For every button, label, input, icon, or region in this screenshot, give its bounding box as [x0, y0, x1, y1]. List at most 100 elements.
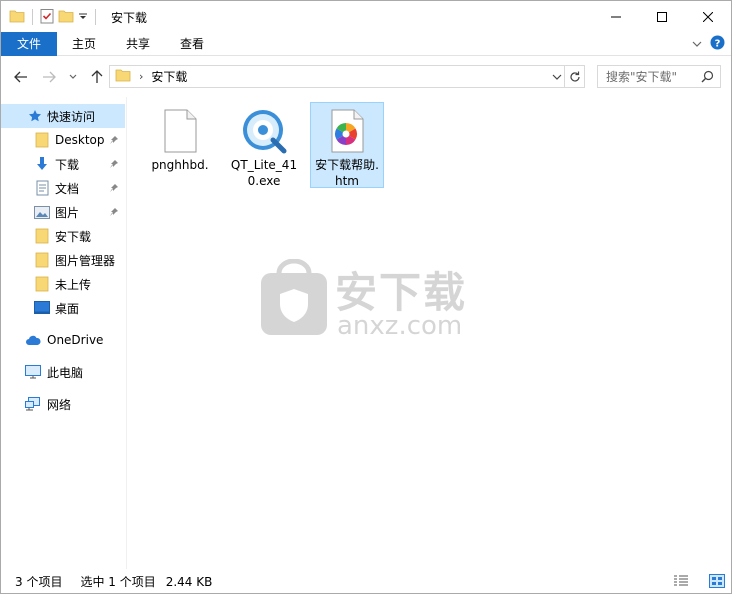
- sidebar-item-label: 下载: [55, 157, 80, 172]
- maximize-button[interactable]: [639, 1, 685, 32]
- download-icon: [34, 156, 50, 172]
- search-icon[interactable]: [701, 70, 714, 86]
- sidebar-item-downloads[interactable]: 下载: [1, 152, 125, 176]
- arrow-right-icon: [43, 71, 56, 83]
- close-icon: [703, 11, 713, 22]
- sidebar-item-desktop[interactable]: Desktop: [1, 128, 125, 152]
- picture-icon: [34, 204, 50, 220]
- new-folder-icon[interactable]: [58, 9, 74, 26]
- folder-icon: [9, 9, 25, 26]
- sidebar-item-label: 快速访问: [47, 109, 96, 124]
- window-title: 安下载: [111, 11, 148, 25]
- minimize-button[interactable]: [593, 1, 639, 32]
- sidebar-item-label: Desktop: [55, 133, 105, 147]
- pin-icon[interactable]: [109, 206, 119, 220]
- breadcrumb-current[interactable]: 安下载: [151, 68, 187, 85]
- sidebar-item-label: 网络: [47, 397, 72, 412]
- computer-icon: [25, 364, 41, 380]
- up-button[interactable]: [87, 67, 107, 87]
- back-button[interactable]: [11, 67, 31, 87]
- blank-file-icon: [156, 107, 204, 155]
- arrow-up-icon: [91, 70, 103, 83]
- title-bar: 安下载: [1, 1, 731, 32]
- folder-icon: [34, 228, 50, 244]
- ribbon-tabs: 文件 主页 共享 查看 ?: [1, 32, 731, 56]
- sidebar-item-label: 桌面: [55, 301, 80, 316]
- details-view-icon[interactable]: [673, 574, 689, 591]
- folder-icon: [115, 68, 131, 85]
- file-item-selected[interactable]: 安下载帮助.htm: [310, 102, 384, 188]
- navigation-bar: › 安下载: [1, 57, 731, 97]
- sidebar-item-anxz[interactable]: 安下载: [1, 224, 125, 248]
- arrow-left-icon: [14, 71, 27, 83]
- help-icon[interactable]: ?: [710, 35, 725, 53]
- breadcrumb-chevron-icon[interactable]: ›: [139, 70, 143, 83]
- desktop-icon: [34, 300, 50, 316]
- folder-icon: [34, 132, 50, 148]
- folder-icon: [34, 276, 50, 292]
- star-icon: [27, 108, 43, 124]
- sidebar-item-label: 文档: [55, 181, 80, 196]
- watermark-url: anxz.com: [337, 311, 463, 341]
- address-bar[interactable]: › 安下载: [109, 65, 585, 88]
- item-count: 3 个项目: [15, 575, 63, 589]
- shield-bag-icon: [261, 258, 327, 335]
- svg-text:?: ?: [715, 38, 721, 49]
- sidebar-item-documents[interactable]: 文档: [1, 176, 125, 200]
- selected-size: 2.44 KB: [165, 574, 213, 589]
- search-input[interactable]: [606, 69, 702, 84]
- forward-button[interactable]: [39, 67, 59, 87]
- sidebar-item-label: 未上传: [55, 277, 92, 292]
- quicktime-icon: [240, 107, 288, 155]
- sidebar-item-not-uploaded[interactable]: 未上传: [1, 272, 125, 296]
- sidebar-item-quick-access[interactable]: 快速访问: [1, 104, 125, 128]
- close-button[interactable]: [685, 1, 731, 32]
- minimize-icon: [611, 16, 621, 17]
- address-dropdown-icon[interactable]: [552, 70, 562, 84]
- file-name: pnghhbd.: [151, 158, 209, 172]
- sidebar-item-desktop-cn[interactable]: 桌面: [1, 296, 125, 320]
- status-bar: 3 个项目 选中 1 个项目 2.44 KB: [1, 569, 731, 594]
- file-item[interactable]: QT_Lite_410.exe: [227, 102, 301, 188]
- sidebar-item-image-manager[interactable]: 图片管理器: [1, 248, 125, 272]
- maximize-icon: [657, 11, 667, 22]
- chevron-down-icon: [69, 74, 77, 79]
- search-box[interactable]: [597, 65, 721, 88]
- folder-icon: [34, 252, 50, 268]
- sidebar-item-label: 图片管理器: [55, 253, 116, 268]
- refresh-button[interactable]: [564, 66, 584, 87]
- file-name: 安下载帮助.htm: [315, 158, 379, 188]
- sidebar-item-label: 此电脑: [47, 365, 84, 380]
- cloud-icon: [25, 332, 41, 348]
- navigation-pane: 快速访问 Desktop 下载 文档 图片 安下载 图片管理器 未上传 桌面 O…: [1, 97, 127, 569]
- properties-icon[interactable]: [40, 8, 54, 27]
- pin-icon[interactable]: [109, 158, 119, 172]
- explorer-window: 安下载 文件 主页 共享 查看 ? › 安下载 搜索"安下载" 快速访问 Des…: [0, 0, 732, 594]
- large-icons-view-icon[interactable]: [709, 574, 725, 591]
- quick-access-toolbar: [9, 7, 99, 27]
- sidebar-item-pictures[interactable]: 图片: [1, 200, 125, 224]
- pin-icon[interactable]: [109, 182, 119, 196]
- tab-view[interactable]: 查看: [165, 32, 219, 56]
- recent-locations-button[interactable]: [63, 67, 83, 87]
- pin-icon[interactable]: [109, 134, 119, 148]
- document-icon: [34, 180, 50, 196]
- watermark-logo: 安下载 anxz.com: [259, 258, 479, 341]
- refresh-icon: [569, 71, 580, 82]
- tab-share[interactable]: 共享: [111, 32, 165, 56]
- sidebar-item-this-pc[interactable]: 此电脑: [1, 360, 125, 384]
- sidebar-item-label: OneDrive: [47, 333, 104, 347]
- network-icon: [25, 396, 41, 412]
- tab-home[interactable]: 主页: [57, 32, 111, 56]
- htm-file-icon: [323, 107, 371, 155]
- file-item[interactable]: pnghhbd.: [143, 102, 217, 188]
- customize-qat-icon[interactable]: [78, 10, 88, 24]
- sidebar-item-network[interactable]: 网络: [1, 392, 125, 416]
- file-name: QT_Lite_410.exe: [230, 158, 298, 188]
- sidebar-item-onedrive[interactable]: OneDrive: [1, 328, 125, 352]
- sidebar-item-label: 图片: [55, 205, 80, 220]
- tab-file[interactable]: 文件: [1, 32, 57, 56]
- selected-count: 选中 1 个项目: [80, 575, 156, 589]
- expand-ribbon-icon[interactable]: [692, 37, 702, 51]
- sidebar-item-label: 安下载: [55, 229, 92, 244]
